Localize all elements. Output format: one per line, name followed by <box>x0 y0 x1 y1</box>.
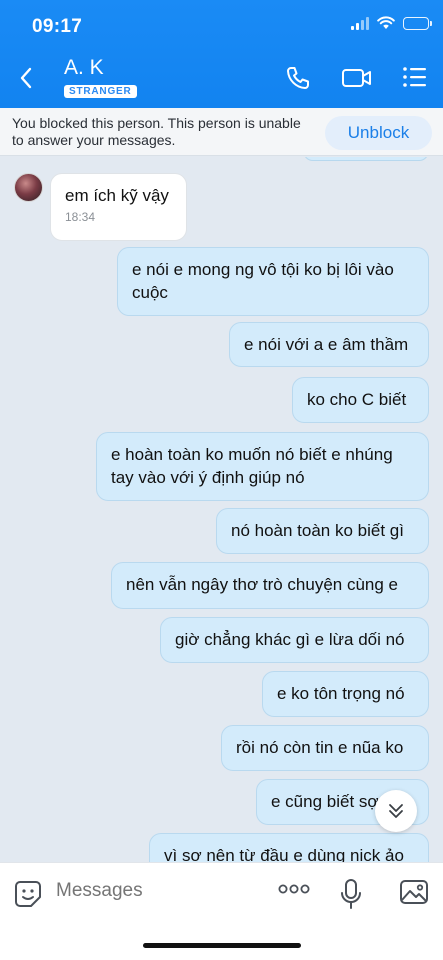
message-text: nên vẫn ngây thơ trò chuyện cùng e <box>126 575 398 594</box>
more-options-button[interactable] <box>278 882 310 900</box>
back-chevron-icon <box>20 67 32 89</box>
message-bubble-outgoing[interactable]: e ko tôn trọng nó <box>262 671 429 717</box>
image-icon <box>400 880 428 904</box>
phone-icon <box>287 67 309 89</box>
chat-header: 09:17 A. K STRANGER <box>0 0 443 108</box>
message-timestamp: 18:34 <box>65 210 96 224</box>
message-list[interactable]: em ích kỹ vậy 18:34 e nói e mong ng vô t… <box>0 157 443 862</box>
sticker-icon <box>15 881 41 907</box>
double-chevron-down-icon <box>389 804 403 818</box>
status-time: 09:17 <box>32 16 83 37</box>
microphone-icon <box>341 879 361 909</box>
message-text: vì sơ nên từ đầu e dùng nick ảo <box>164 846 404 862</box>
cellular-signal-icon <box>351 16 369 30</box>
list-menu-icon <box>403 67 426 87</box>
send-image-button[interactable] <box>399 878 429 911</box>
contact-avatar[interactable] <box>14 173 43 202</box>
message-bubble-outgoing[interactable]: e hoàn toàn ko muốn nó biết e nhúng tay … <box>96 432 429 501</box>
message-bubble-outgoing[interactable]: e nói e mong ng vô tội ko bị lôi vào cuộ… <box>117 247 429 316</box>
video-camera-icon <box>342 69 371 87</box>
video-call-button[interactable] <box>341 64 373 92</box>
message-bubble-incoming[interactable]: em ích kỹ vậy 18:34 <box>50 173 187 241</box>
message-text: e nói với a e âm thầm <box>244 335 409 354</box>
message-bubble-outgoing[interactable]: nên vẫn ngây thơ trò chuyện cùng e <box>111 562 429 609</box>
message-bubble-outgoing[interactable]: vì sơ nên từ đầu e dùng nick ảo <box>149 833 429 862</box>
voice-message-button[interactable] <box>340 878 362 915</box>
message-text: e ko tôn trọng nó <box>277 684 405 703</box>
stranger-badge: STRANGER <box>64 85 137 98</box>
message-text: e nói e mong ng vô tội ko bị lôi vào cuộ… <box>132 260 394 302</box>
home-indicator <box>143 943 301 948</box>
blocked-banner: You blocked this person. This person is … <box>0 108 443 156</box>
message-bubble-outgoing[interactable]: e nói với a e âm thầm <box>229 322 429 367</box>
previous-message-bubble <box>303 157 429 161</box>
message-text: nó hoàn toàn ko biết gì <box>231 521 404 540</box>
blocked-notice-text: You blocked this person. This person is … <box>12 115 301 148</box>
message-text: e cũng biết sợ <box>271 792 379 811</box>
status-indicators <box>351 16 432 30</box>
message-input[interactable] <box>56 880 256 902</box>
battery-icon <box>403 16 432 30</box>
message-bubble-outgoing[interactable]: nó hoàn toàn ko biết gì <box>216 508 429 554</box>
contact-name[interactable]: A. K <box>64 56 104 80</box>
message-bubble-outgoing[interactable]: rồi nó còn tin e nũa ko <box>221 725 429 771</box>
scroll-to-bottom-button[interactable] <box>375 790 417 832</box>
more-options-icon <box>278 884 310 894</box>
message-bubble-outgoing[interactable]: ko cho C biết <box>292 377 429 423</box>
wifi-icon <box>377 16 395 29</box>
sticker-button[interactable] <box>14 880 42 913</box>
message-text: giờ chẳng khác gì e lừa dối nó <box>175 630 405 649</box>
unblock-button[interactable]: Unblock <box>325 116 432 150</box>
chat-options-button[interactable] <box>402 64 428 90</box>
message-text: ko cho C biết <box>307 390 407 409</box>
message-text: rồi nó còn tin e nũa ko <box>236 738 404 757</box>
message-text: em ích kỹ vậy <box>65 186 169 205</box>
call-button[interactable] <box>284 64 312 92</box>
back-button[interactable] <box>14 62 38 94</box>
message-text: e hoàn toàn ko muốn nó biết e nhúng tay … <box>111 445 393 487</box>
message-bubble-outgoing[interactable]: giờ chẳng khác gì e lừa dối nó <box>160 617 429 663</box>
